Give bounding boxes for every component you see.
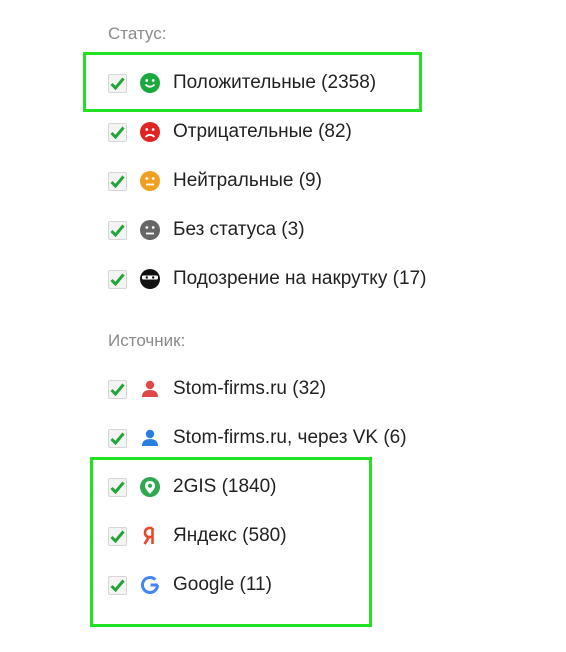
checkmark-icon [110,530,125,543]
checkmark-icon [110,77,125,90]
checkbox[interactable] [108,575,127,595]
masked-face-icon [139,268,161,290]
yandex-icon [139,525,161,547]
filter-label: Отрицательные (82) [173,121,352,142]
filter-item-yandex[interactable]: Яндекс (580) [108,524,287,548]
filter-label: Stom-firms.ru (32) [173,378,327,399]
checkbox[interactable] [108,122,127,142]
filter-label: Нейтральные (9) [173,170,322,191]
filter-item-2gis[interactable]: 2GIS (1840) [108,475,277,499]
no-status-face-icon [139,219,161,241]
checkmark-icon [110,224,125,237]
checkbox[interactable] [108,220,127,240]
status-section-title: Статус: [108,24,167,43]
2gis-icon [139,476,161,498]
frown-icon [139,121,161,143]
checkmark-icon [110,175,125,188]
filter-label: Google (11) [173,574,272,595]
google-icon [139,574,161,596]
checkmark-icon [110,432,125,445]
checkmark-icon [110,273,125,286]
user-red-icon [139,378,161,400]
filter-label: Яндекс (580) [173,525,287,546]
checkbox[interactable] [108,171,127,191]
neutral-face-icon [139,170,161,192]
filter-item-neutral[interactable]: Нейтральные (9) [108,169,322,193]
filter-item-google[interactable]: Google (11) [108,573,272,597]
user-blue-icon [139,427,161,449]
filter-item-suspicious[interactable]: Подозрение на накрутку (17) [108,267,426,291]
source-section-title: Источник: [108,331,186,350]
filter-item-no-status[interactable]: Без статуса (3) [108,218,305,242]
filter-label: 2GIS (1840) [173,476,277,497]
checkbox[interactable] [108,269,127,289]
checkmark-icon [110,481,125,494]
checkbox[interactable] [108,73,127,93]
checkmark-icon [110,383,125,396]
smile-icon [139,72,161,94]
filter-label: Положительные (2358) [173,72,377,93]
checkbox[interactable] [108,379,127,399]
filter-item-stom-firms-vk[interactable]: Stom-firms.ru, через VK (6) [108,426,407,450]
filter-item-stom-firms[interactable]: Stom-firms.ru (32) [108,377,326,401]
checkbox[interactable] [108,428,127,448]
filter-label: Без статуса (3) [173,219,305,240]
filter-item-negative[interactable]: Отрицательные (82) [108,120,352,144]
filter-label: Подозрение на накрутку (17) [173,268,427,289]
checkmark-icon [110,126,125,139]
filter-label: Stom-firms.ru, через VK (6) [173,427,407,448]
checkmark-icon [110,579,125,592]
checkbox[interactable] [108,477,127,497]
filter-item-positive[interactable]: Положительные (2358) [108,71,376,95]
checkbox[interactable] [108,526,127,546]
